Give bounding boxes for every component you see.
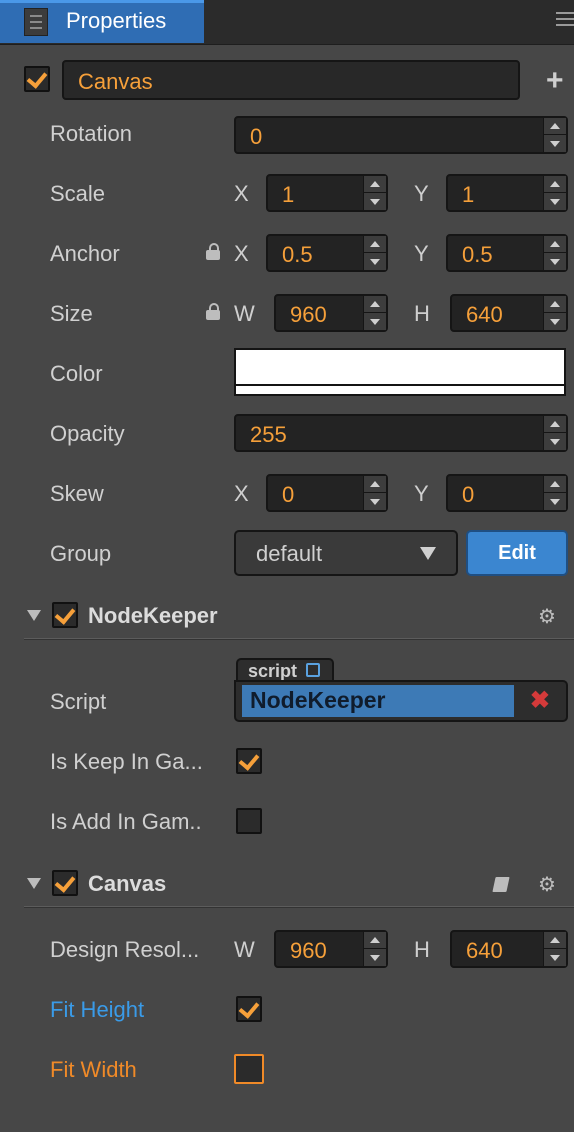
design-h-input[interactable]: 640 [450,930,568,968]
rotation-stepper[interactable] [543,118,566,152]
skew-y-stepper[interactable] [543,476,566,510]
skew-y-label: Y [414,481,429,506]
external-link-icon[interactable] [306,663,320,677]
scale-x-stepper[interactable] [363,176,386,210]
properties-icon [24,8,48,36]
node-name-value: Canvas [78,69,153,94]
skew-x-input[interactable]: 0 [266,474,388,512]
group-select[interactable]: default [234,530,458,576]
scale-y-stepper[interactable] [543,176,566,210]
size-w-label: W [234,301,255,326]
anchor-x-stepper[interactable] [363,236,386,270]
nodekeeper-enabled-checkbox[interactable] [52,602,78,628]
anchor-x-value: 0.5 [282,242,313,267]
scale-label: Scale [50,181,106,206]
lock-icon[interactable] [206,243,220,260]
group-label: Group [50,541,112,566]
gear-icon[interactable]: ⚙ [538,604,556,629]
keep-checkbox[interactable] [236,748,262,774]
skew-y-input[interactable]: 0 [446,474,568,512]
design-h-label: H [414,937,430,962]
skew-y-value: 0 [462,482,475,507]
size-label: Size [50,301,93,326]
fit-width-checkbox[interactable] [234,1054,264,1084]
section-divider [24,906,574,908]
size-h-value: 640 [466,302,503,327]
design-w-value: 960 [290,938,327,963]
anchor-y-label: Y [414,241,429,266]
design-w-stepper[interactable] [363,932,386,966]
anchor-label: Anchor [50,241,120,266]
lock-icon[interactable] [206,303,220,320]
fit-height-label: Fit Height [50,997,145,1022]
rotation-value: 0 [250,124,263,149]
scale-x-value: 1 [282,182,295,207]
collapse-caret-icon[interactable] [27,878,41,889]
add-label: Is Add In Gam.. [50,809,202,834]
edit-group-button[interactable]: Edit [466,530,568,576]
script-tag-label: script [248,661,298,681]
gear-icon[interactable]: ⚙ [538,872,556,897]
opacity-value: 255 [250,422,287,447]
nodekeeper-title: NodeKeeper [88,603,218,628]
keep-label: Is Keep In Ga... [50,749,203,774]
design-h-stepper[interactable] [543,932,566,966]
fit-height-checkbox[interactable] [236,996,262,1022]
size-h-stepper[interactable] [543,296,566,330]
size-w-value: 960 [290,302,327,327]
anchor-y-input[interactable]: 0.5 [446,234,568,272]
clear-script-icon[interactable]: ✖ [530,686,550,715]
script-label: Script [50,689,107,714]
color-label: Color [50,361,103,386]
script-value: NodeKeeper [250,687,386,713]
add-component-button[interactable]: + [546,64,564,98]
skew-label: Skew [50,481,104,506]
opacity-label: Opacity [50,421,125,446]
anchor-y-stepper[interactable] [543,236,566,270]
anchor-y-value: 0.5 [462,242,493,267]
scale-y-label: Y [414,181,429,206]
scale-y-input[interactable]: 1 [446,174,568,212]
rotation-label: Rotation [50,121,132,146]
scale-x-input[interactable]: 1 [266,174,388,212]
anchor-x-label: X [234,241,249,266]
design-w-label: W [234,937,255,962]
anchor-x-input[interactable]: 0.5 [266,234,388,272]
group-value: default [256,541,323,566]
book-icon[interactable] [492,877,510,892]
size-w-stepper[interactable] [363,296,386,330]
fit-width-label: Fit Width [50,1057,137,1082]
skew-x-label: X [234,481,249,506]
section-divider [24,638,574,640]
tab-title: Properties [66,8,167,33]
design-h-value: 640 [466,938,503,963]
node-name-field[interactable]: Canvas [62,60,520,100]
node-active-checkbox[interactable] [24,66,50,92]
design-w-input[interactable]: 960 [274,930,388,968]
chevron-down-icon [420,547,436,560]
color-picker[interactable] [234,348,566,396]
design-resolution-label: Design Resol... [50,937,200,962]
scale-x-label: X [234,181,249,206]
skew-x-value: 0 [282,482,295,507]
rotation-input[interactable]: 0 [234,116,568,154]
size-h-label: H [414,301,430,326]
opacity-stepper[interactable] [543,416,566,450]
collapse-caret-icon[interactable] [27,610,41,621]
add-checkbox[interactable] [236,808,262,834]
skew-x-stepper[interactable] [363,476,386,510]
menu-icon[interactable] [556,12,574,30]
script-value-box[interactable]: NodeKeeper [242,685,514,717]
opacity-input[interactable]: 255 [234,414,568,452]
scale-y-value: 1 [462,182,475,207]
canvas-enabled-checkbox[interactable] [52,870,78,896]
properties-tab[interactable]: Properties [0,0,204,43]
script-field[interactable]: NodeKeeper ✖ [234,680,568,722]
canvas-component-title: Canvas [88,871,167,896]
size-w-input[interactable]: 960 [274,294,388,332]
size-h-input[interactable]: 640 [450,294,568,332]
